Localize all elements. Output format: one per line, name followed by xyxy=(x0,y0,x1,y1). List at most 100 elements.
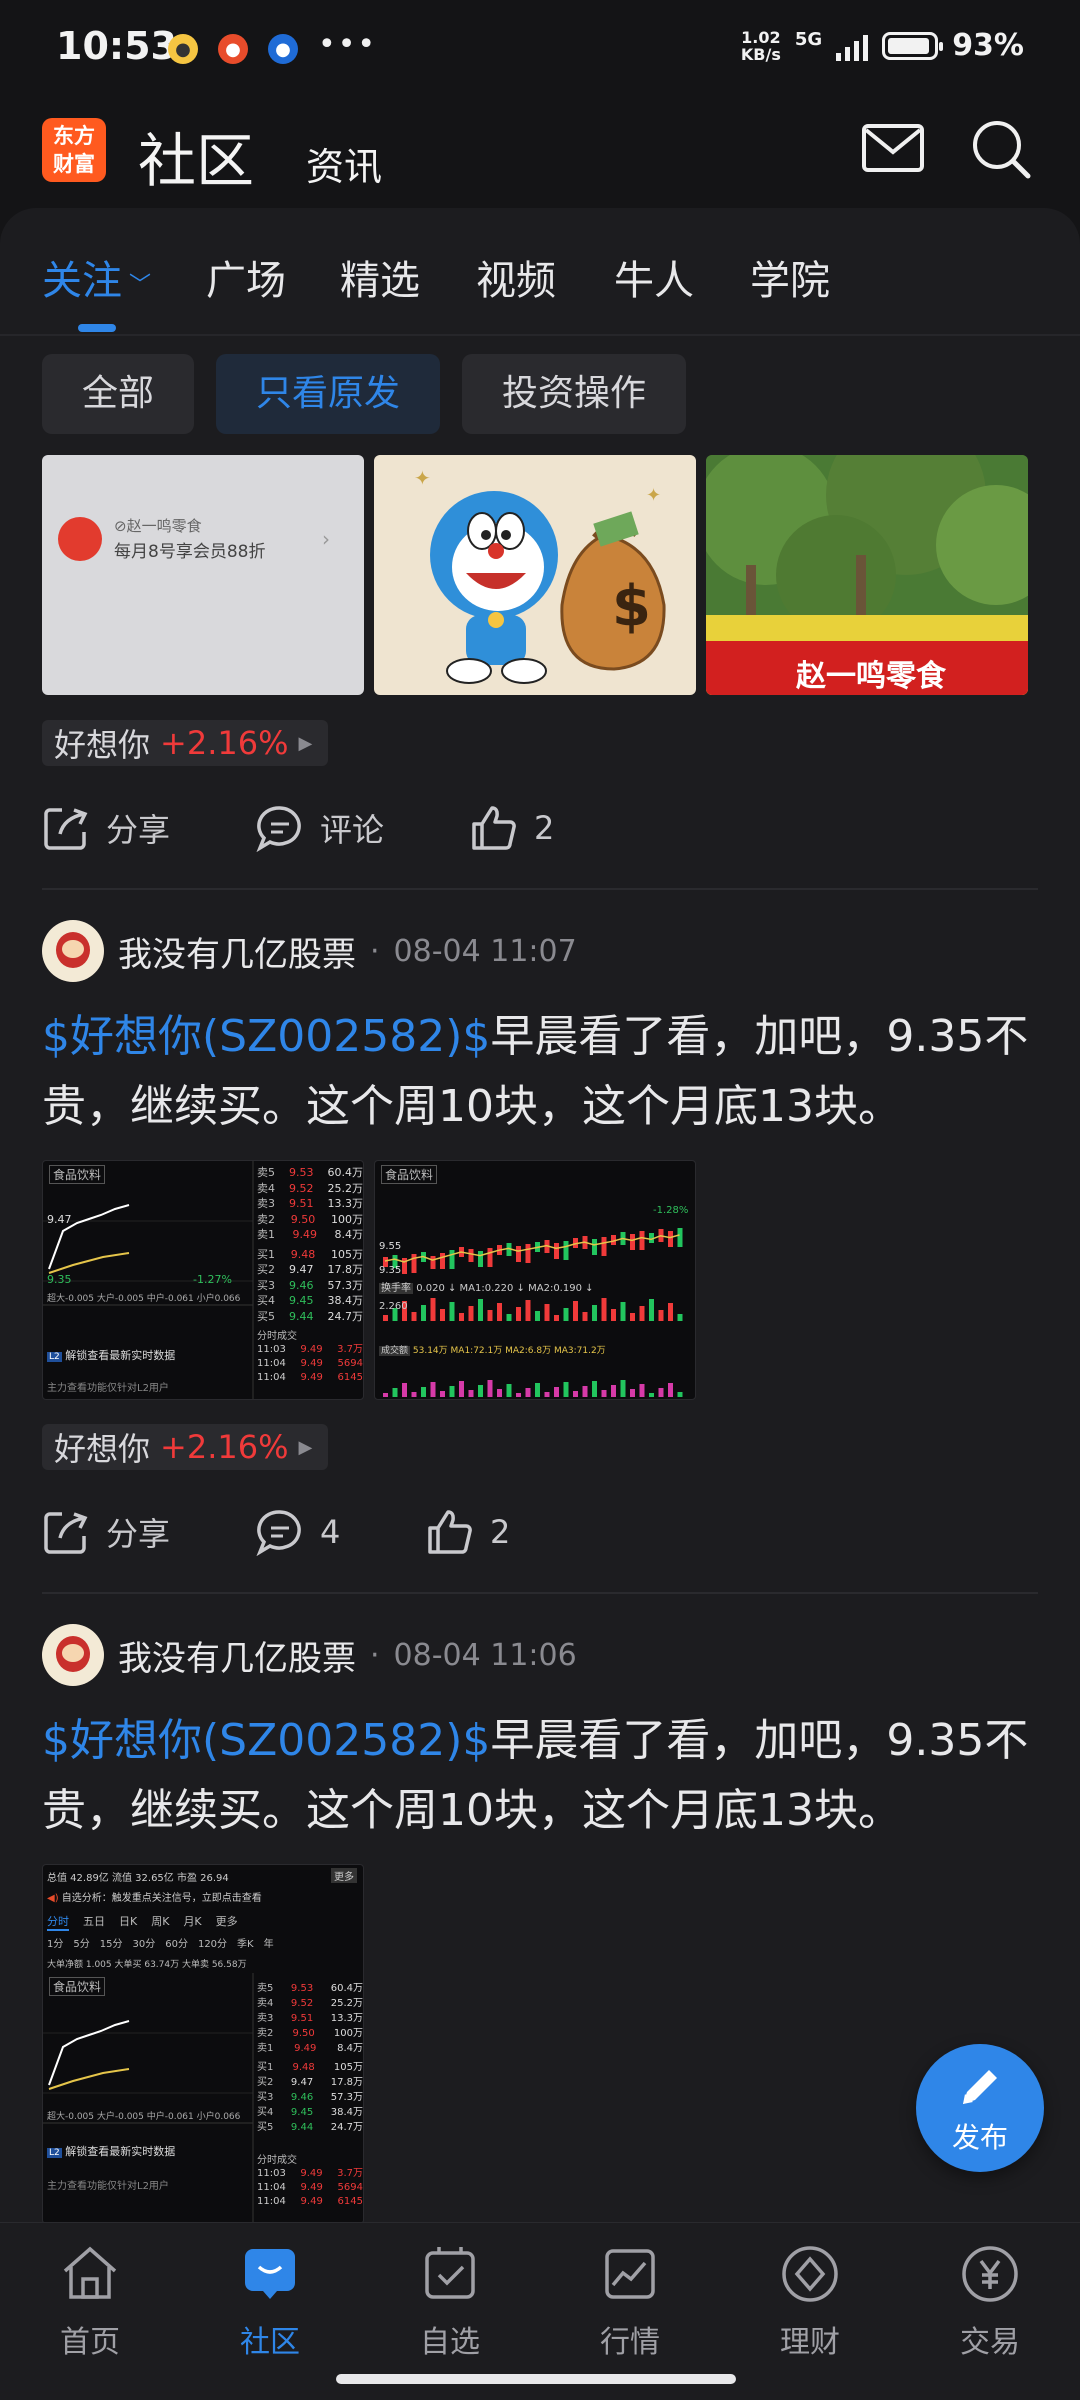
nav-trade[interactable]: 交易 xyxy=(930,2243,1050,2361)
post-image-cartoon[interactable]: $ ✦ ✦ xyxy=(374,455,696,695)
volume-bar xyxy=(620,1302,626,1321)
period-tabs: 1分 5分 15分 30分 60分 120分 季K 年 xyxy=(47,1935,359,1950)
volume-bar xyxy=(563,1308,569,1321)
amount-bar xyxy=(402,1383,407,1397)
volume-bar xyxy=(630,1313,635,1321)
tab-selected[interactable]: 精选 xyxy=(340,248,420,306)
period-tab: 年 xyxy=(263,1939,274,1950)
share-label: 分享 xyxy=(106,811,171,849)
amount-bar xyxy=(440,1391,445,1397)
nav-label: 社区 xyxy=(240,2325,300,2360)
publish-label: 发布 xyxy=(951,2121,1008,2154)
kline-candle xyxy=(487,1248,493,1267)
stock-ticker-link[interactable]: $好想你(SZ002582)$ xyxy=(42,1715,490,1766)
author-name[interactable]: 我没有几亿股票 xyxy=(118,927,356,976)
post-image-storefront[interactable]: 赵一鸣零食 xyxy=(706,455,1028,695)
nav-home[interactable]: 首页 xyxy=(30,2243,150,2361)
tab-video[interactable]: 视频 xyxy=(476,248,556,306)
status-bar: 10:53 ● ● ● ••• 1.02 KB/s 5G 93% xyxy=(0,0,1080,100)
publish-button[interactable]: 发布 xyxy=(916,2044,1044,2172)
tab-experts[interactable]: 牛人 xyxy=(614,248,694,306)
tick-row: 11:03 9.49 3.7万 xyxy=(257,1344,363,1355)
tick-row: 11:04 9.49 5694 xyxy=(257,2182,363,2193)
app-logo[interactable]: 东方 财富 xyxy=(42,118,106,182)
battery-percent: 93% xyxy=(952,28,1024,63)
amount-bar xyxy=(506,1384,512,1397)
comment-button[interactable]: 4 xyxy=(256,1508,340,1556)
order-book-row: 卖4 9.52 25.2万 xyxy=(257,1181,363,1195)
money-flow-line: 超大-0.005 大户-0.005 中户-0.061 小户0.066 xyxy=(47,2112,241,2122)
post-image-row: ⊘赵一鸣零食 每月8号享会员88折 › $ ✦ ✦ 赵一鸣零食 xyxy=(42,455,1028,695)
tab-follow[interactable]: 关注 ﹀ xyxy=(42,248,151,306)
avatar[interactable] xyxy=(42,920,104,982)
stock-tag[interactable]: 好想你 +2.16% ▶ xyxy=(42,1424,329,1470)
home-indicator[interactable] xyxy=(336,2374,736,2384)
watchlist-icon xyxy=(425,2247,475,2299)
post-image-quote-page[interactable]: 总值 42.89亿 流值 32.65亿 市盈 26.94 更多 ◀) 自选分析：… xyxy=(42,1864,364,2222)
nav-label: 自选 xyxy=(420,2325,480,2360)
share-button[interactable]: 分享 xyxy=(42,804,170,852)
svg-text:✦: ✦ xyxy=(414,466,431,490)
avatar[interactable] xyxy=(42,1624,104,1686)
post-image-orderbook[interactable]: 食品饮料 9.47 9.35 -1.27% 卖5 9.53 60.4万 卖4 9.52 2… xyxy=(42,1160,364,1400)
chart-tab: 周K xyxy=(151,1915,170,1928)
nav-market[interactable]: 行情 xyxy=(570,2243,690,2361)
kline-candle xyxy=(478,1251,483,1267)
volume-bar xyxy=(449,1302,455,1321)
notify-app-icon: ● xyxy=(168,34,198,64)
like-count: 2 xyxy=(490,1513,511,1551)
amount-bar xyxy=(573,1391,578,1397)
filter-all[interactable]: 全部 xyxy=(42,354,195,434)
amount-bar xyxy=(411,1392,417,1397)
author-name[interactable]: 我没有几亿股票 xyxy=(118,1631,356,1680)
comment-button[interactable]: 评论 xyxy=(256,804,384,852)
embedded-orderbook: 食品饮料 卖5 9.53 60.4万 卖4 9.52 25.2万 卖3 9.51 13.3万 卖2… xyxy=(43,1973,363,2222)
order-book-row: 卖2 9.50 100万 xyxy=(257,1212,363,1226)
chart-tab: 月K xyxy=(183,1915,202,1928)
nav-wealth[interactable]: 理财 xyxy=(750,2243,870,2361)
tick-row: 11:03 9.49 3.7万 xyxy=(257,2168,363,2179)
post-image-ad[interactable]: ⊘赵一鸣零食 每月8号享会员88折 › xyxy=(42,455,364,695)
like-button[interactable]: 2 xyxy=(426,1508,510,1556)
mail-icon[interactable] xyxy=(862,124,924,172)
battery-fill xyxy=(888,37,930,54)
page-title[interactable]: 社区 xyxy=(138,114,254,198)
like-button[interactable]: 2 xyxy=(470,804,554,852)
post-image-kline[interactable]: 食品饮料 -1.28% 9.55 9.35 换手率 0.020 ↓ MA1:0.… xyxy=(374,1160,696,1400)
post-text[interactable]: $好想你(SZ002582)$早晨看了看，加吧，9.35不贵，继续买。这个周10… xyxy=(42,1706,1042,1846)
share-button[interactable]: 分享 xyxy=(42,1508,170,1556)
kline-candle xyxy=(563,1241,569,1260)
share-label: 分享 xyxy=(106,1515,171,1553)
order-book-row: 卖3 9.51 13.3万 xyxy=(257,1197,363,1210)
chart-pct-label: -1.28% xyxy=(653,1205,689,1216)
post-time: 08-04 11:06 xyxy=(393,1637,577,1673)
period-tab: 季K xyxy=(237,1939,254,1950)
news-tab[interactable]: 资讯 xyxy=(306,136,382,191)
nav-watchlist[interactable]: 自选 xyxy=(390,2243,510,2361)
kline-candle xyxy=(516,1246,521,1262)
chevron-down-icon: ﹀ xyxy=(122,273,151,298)
volume-bar xyxy=(668,1303,673,1321)
stock-ticker-link[interactable]: $好想你(SZ002582)$ xyxy=(42,1011,490,1062)
money-flow-line: 超大-0.005 大户-0.005 中户-0.061 小户0.066 xyxy=(47,1294,241,1304)
logo-text: 财富 xyxy=(53,152,95,176)
amount-bar xyxy=(668,1383,673,1397)
svg-text:$: $ xyxy=(612,574,651,639)
tab-square[interactable]: 广场 xyxy=(206,248,286,306)
nav-community[interactable]: 社区 xyxy=(210,2243,330,2361)
amount-bar xyxy=(535,1383,540,1397)
post-text[interactable]: $好想你(SZ002582)$早晨看了看，加吧，9.35不贵，继续买。这个周10… xyxy=(42,1002,1042,1142)
filter-investment-ops[interactable]: 投资操作 xyxy=(462,354,687,434)
shop-sign: 赵一鸣零食 xyxy=(796,659,946,694)
stock-tag[interactable]: 好想你 +2.16% ▶ xyxy=(42,720,329,766)
amount-bar xyxy=(525,1388,531,1397)
flow-line: 大单净额 1.005 大单买 63.74万 大单卖 56.58万 xyxy=(47,1960,247,1970)
amount-bar xyxy=(487,1380,493,1397)
kline-candle xyxy=(592,1239,597,1255)
tab-academy[interactable]: 学院 xyxy=(750,248,830,306)
amount-bar xyxy=(630,1389,635,1397)
chart-low-label: 9.35 xyxy=(47,1273,72,1286)
search-icon[interactable] xyxy=(970,118,1032,180)
amount-bar xyxy=(649,1393,654,1397)
filter-original-only[interactable]: 只看原发 xyxy=(216,354,441,434)
